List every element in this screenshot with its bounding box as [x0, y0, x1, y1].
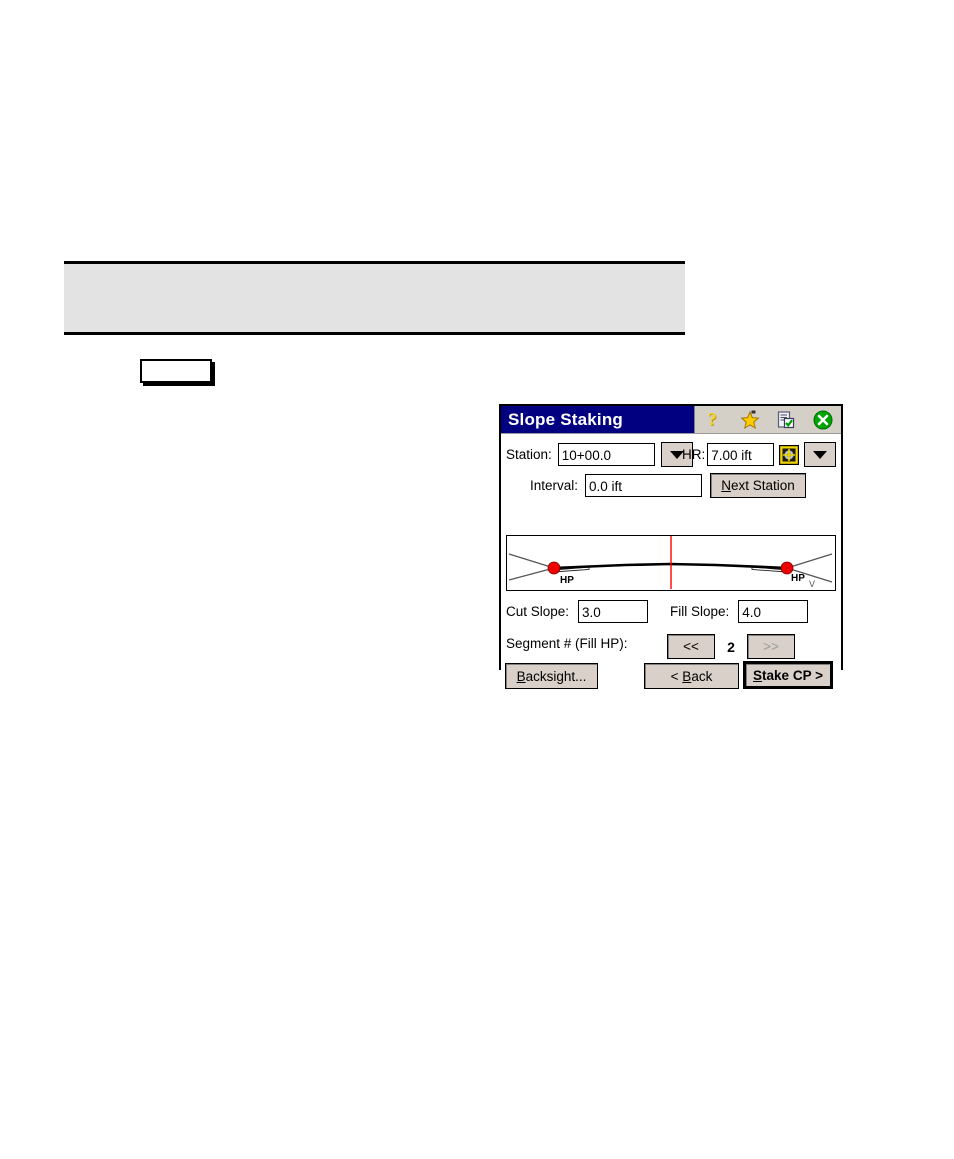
favorites-star-icon[interactable]: [739, 409, 761, 431]
interval-row: Interval: 0.0 ift: [530, 474, 703, 497]
svg-text:?: ?: [708, 409, 717, 429]
help-icon[interactable]: ? ?: [702, 409, 724, 431]
stake-row: Stake CP >: [743, 661, 833, 689]
hr-input[interactable]: 7.00 ift: [707, 443, 775, 466]
cross-section-diagram[interactable]: HP HP V: [506, 535, 836, 591]
fill-slope-input[interactable]: 4.0: [738, 600, 809, 623]
back-button[interactable]: < Back: [644, 663, 739, 689]
segment-row: Segment # (Fill HP):: [506, 636, 628, 651]
slope-staking-dialog: Slope Staking ? ? Station: 10+00.0 HR: 7…: [499, 404, 843, 689]
segment-number: 2: [727, 638, 735, 655]
checklist-document-icon[interactable]: [775, 409, 797, 431]
cut-slope-label: Cut Slope:: [506, 604, 570, 619]
next-station-label: Next Station: [721, 478, 795, 493]
gray-banner-block: [64, 261, 685, 335]
svg-text:HP: HP: [560, 575, 574, 586]
station-label: Station:: [506, 447, 552, 462]
backsight-label: Backsight...: [516, 668, 587, 684]
segment-label: Segment # (Fill HP):: [506, 636, 628, 651]
hr-row: HR: 7.00 ift: [682, 442, 837, 467]
hr-label: HR:: [682, 447, 706, 462]
segment-next-button[interactable]: >>: [747, 634, 795, 659]
back-label: < Back: [670, 668, 713, 684]
target-prism-icon[interactable]: [779, 444, 800, 465]
dialog-title: Slope Staking: [508, 410, 624, 429]
dialog-titlebar: Slope Staking ? ?: [501, 406, 841, 434]
backsight-button[interactable]: Backsight...: [505, 663, 598, 689]
close-icon[interactable]: [812, 409, 834, 431]
cut-slope-input[interactable]: 3.0: [578, 600, 649, 623]
dialog-body: Station: 10+00.0 HR: 7.00 ift Interval: …: [501, 434, 841, 689]
station-row: Station: 10+00.0: [506, 442, 693, 467]
chevron-down-icon: [813, 450, 828, 459]
interval-input[interactable]: 0.0 ift: [585, 474, 703, 497]
segment-controls: << 2 >>: [667, 634, 795, 659]
station-input[interactable]: 10+00.0: [557, 443, 655, 466]
next-station-button[interactable]: Next Station: [710, 473, 806, 498]
cut-slope-row: Cut Slope: 3.0: [506, 600, 649, 623]
back-row: < Back: [644, 663, 739, 689]
interval-label: Interval:: [530, 478, 579, 493]
titlebar-icon-tray: ? ?: [694, 406, 841, 433]
hr-dropdown-button[interactable]: [804, 442, 837, 467]
fill-slope-label: Fill Slope:: [670, 604, 730, 619]
fill-slope-row: Fill Slope: 4.0: [670, 600, 809, 623]
segment-prev-button[interactable]: <<: [667, 634, 715, 659]
backsight-row: Backsight...: [505, 663, 598, 689]
stake-cp-button[interactable]: Stake CP >: [743, 661, 833, 689]
svg-text:V: V: [809, 579, 815, 589]
next-station-row: Next Station: [710, 473, 806, 498]
empty-callout-box: [140, 359, 212, 383]
stake-cp-label: Stake CP >: [753, 667, 823, 683]
svg-text:HP: HP: [791, 573, 805, 584]
